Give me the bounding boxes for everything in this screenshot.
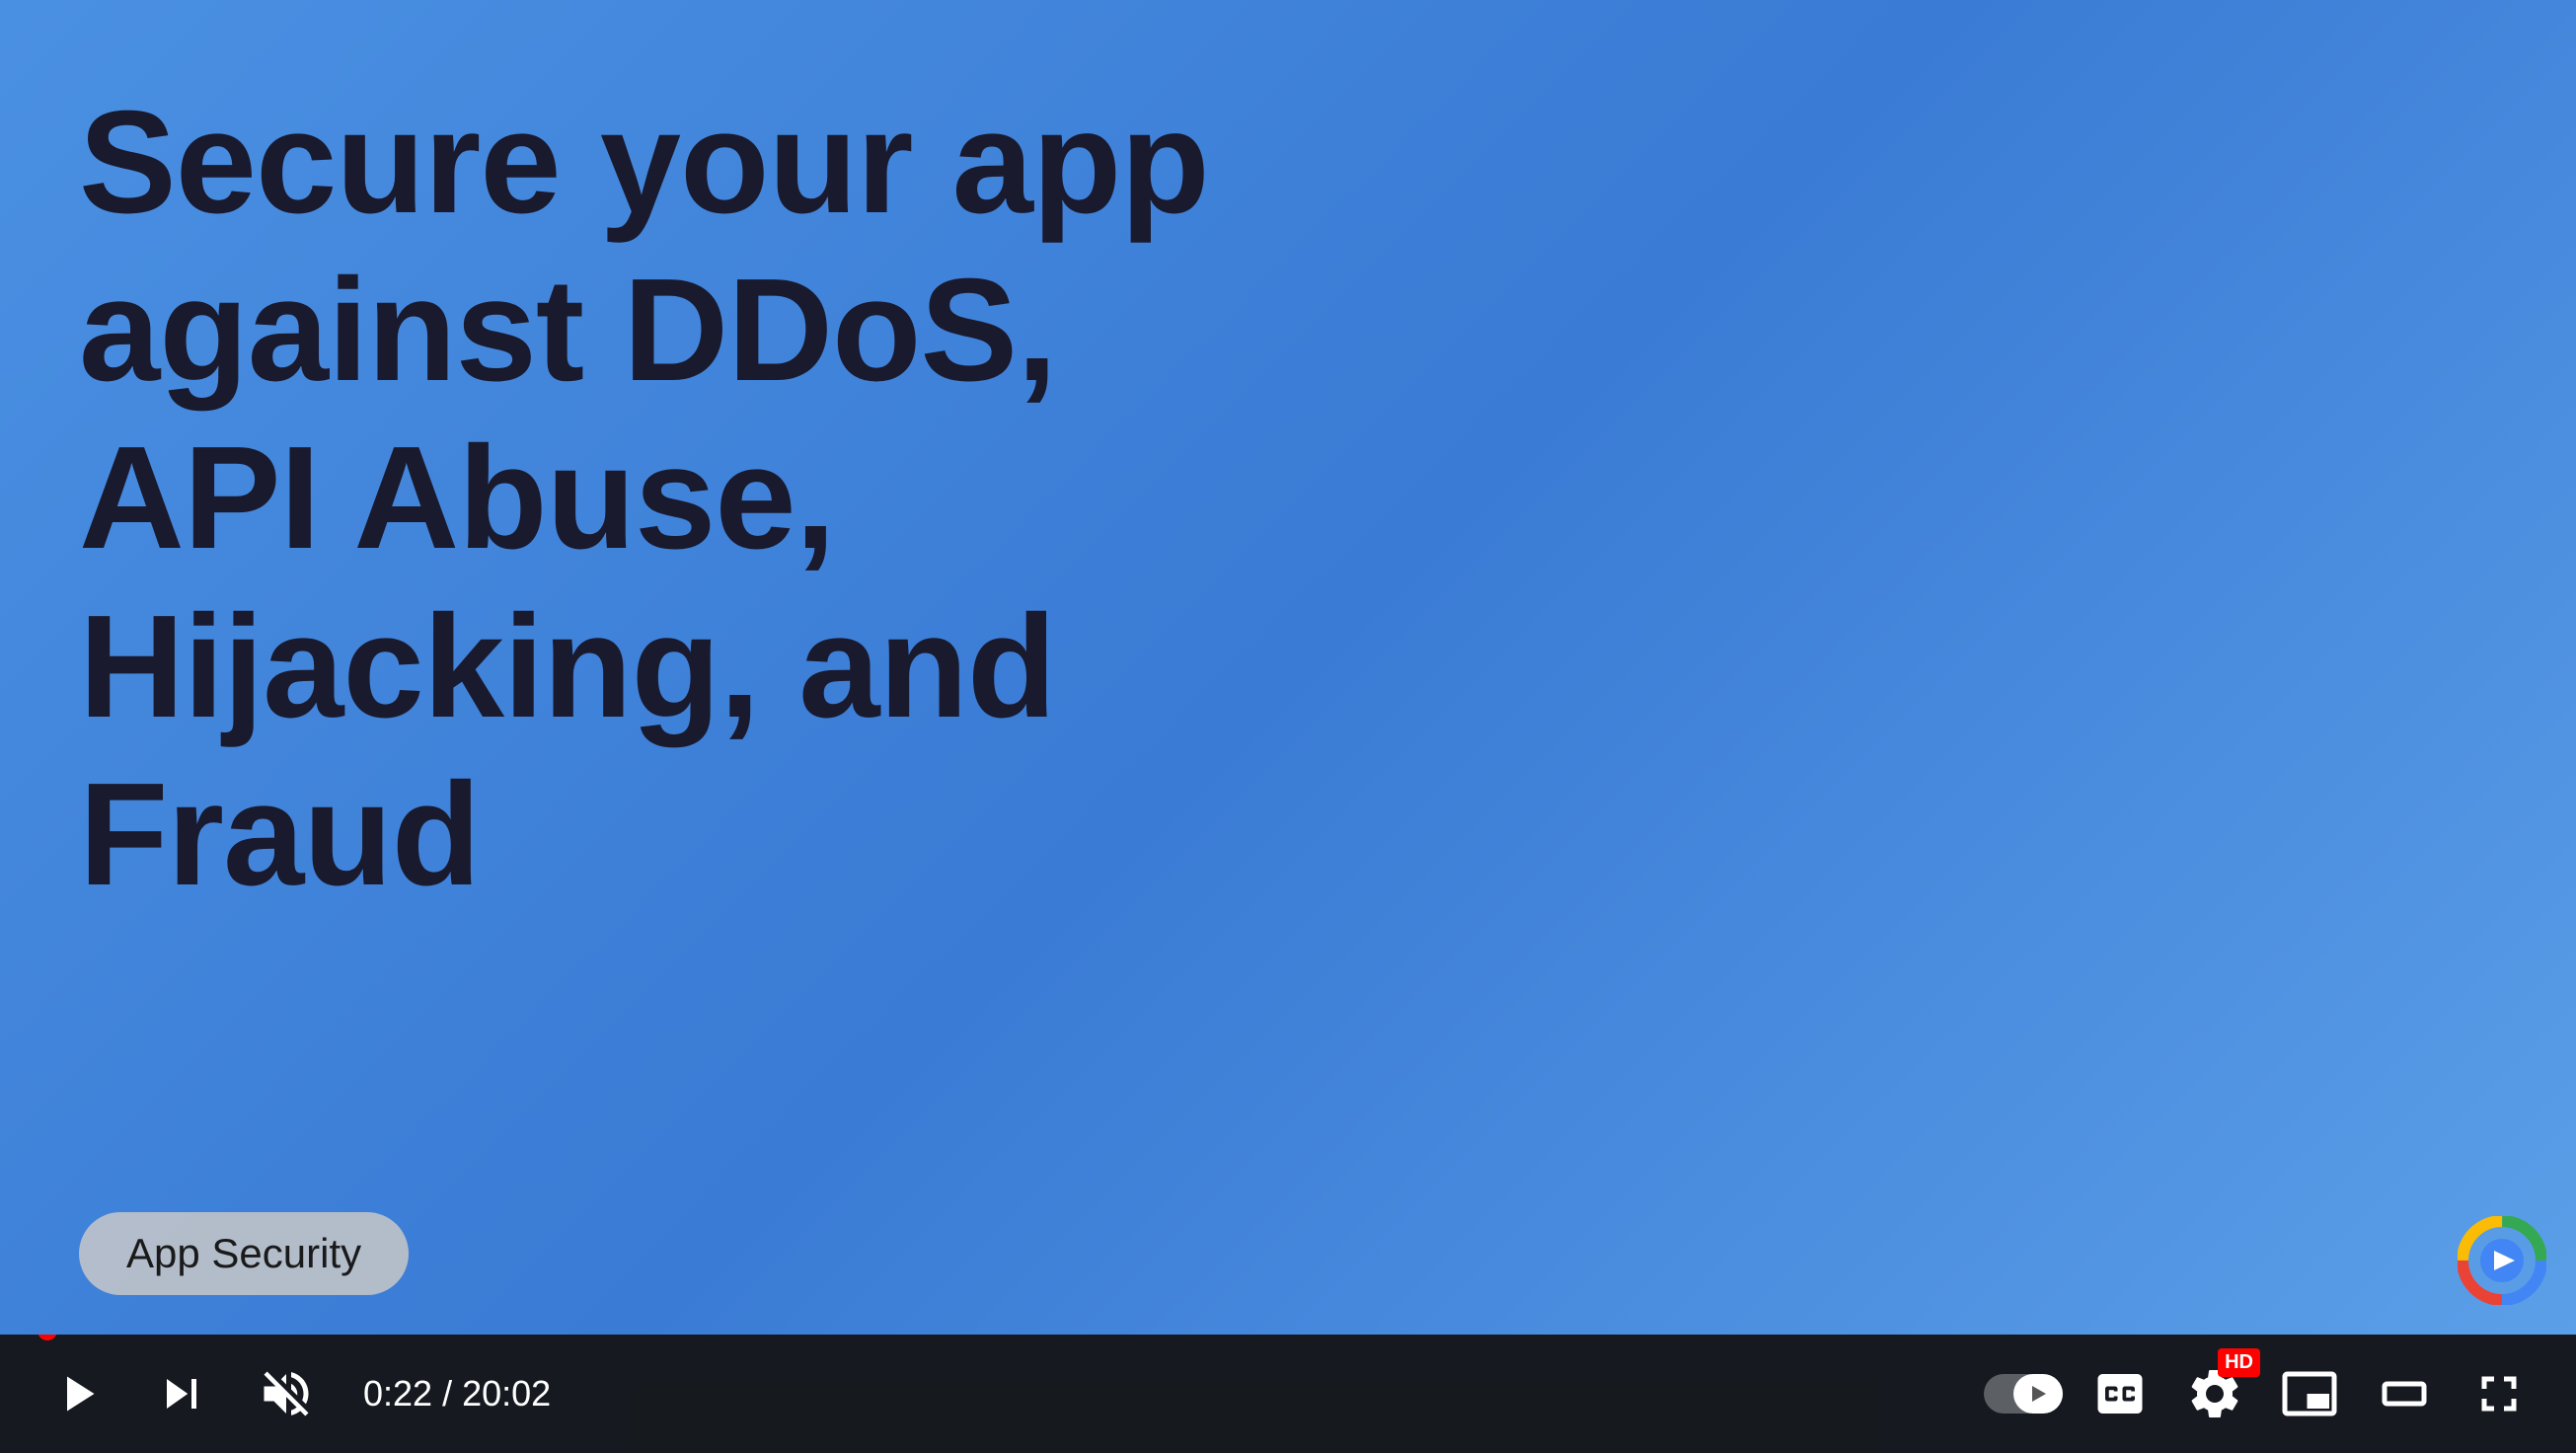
video-content: Secure your app against DDoS, API Abuse,… [0,0,2576,1335]
captions-button[interactable] [2083,1356,2158,1431]
autoplay-toggle[interactable] [1984,1374,2063,1414]
time-display: 0:22 / 20:02 [363,1373,551,1415]
autoplay-track[interactable] [1984,1374,2063,1414]
settings-wrapper: HD [2177,1356,2252,1431]
google-logo [2458,1216,2546,1305]
theater-mode-button[interactable] [2367,1356,2442,1431]
controls-bar: 0:22 / 20:02 [0,1335,2576,1453]
mute-button[interactable] [249,1356,324,1431]
video-title: Secure your app against DDoS, API Abuse,… [79,79,1263,919]
play-button[interactable] [39,1356,114,1431]
toggle-play-icon [2032,1386,2046,1402]
video-player: Secure your app against DDoS, API Abuse,… [0,0,2576,1453]
hd-badge: HD [2218,1348,2260,1377]
autoplay-knob [2013,1374,2063,1414]
next-button[interactable] [144,1356,219,1431]
right-controls: HD [1984,1356,2537,1431]
chapter-badge: App Security [79,1212,409,1295]
fullscreen-button[interactable] [2462,1356,2537,1431]
total-time: 20:02 [462,1373,551,1414]
miniplayer-button[interactable] [2272,1356,2347,1431]
current-time: 0:22 [363,1373,432,1414]
time-separator: / [442,1373,462,1414]
